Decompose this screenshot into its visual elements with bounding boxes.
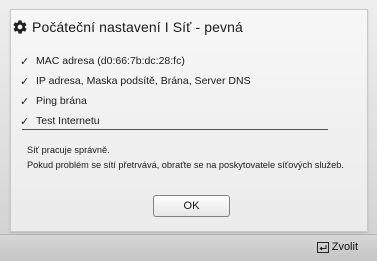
divider xyxy=(22,129,328,130)
dialog-header: Počáteční nastavení I Síť - pevná xyxy=(12,16,243,38)
checkmark-icon: ✓ xyxy=(20,95,30,108)
check-item-internet: ✓ Test Internetu xyxy=(20,112,350,130)
checkmark-icon: ✓ xyxy=(20,115,30,128)
check-item-ping: ✓ Ping brána xyxy=(20,92,350,110)
check-list: ✓ MAC adresa (d0:66:7b:dc:28:fc) ✓ IP ad… xyxy=(20,52,350,132)
dialog-title: Počáteční nastavení I Síť - pevná xyxy=(32,19,243,35)
check-item-label: IP adresa, Maska podsítě, Brána, Server … xyxy=(36,75,251,87)
checkmark-icon: ✓ xyxy=(20,75,30,88)
status-message-line1: Síť pracuje správně. xyxy=(27,145,110,155)
status-message: Síť pracuje správně. Pokud problém se sí… xyxy=(27,143,357,173)
checkmark-icon: ✓ xyxy=(20,55,30,68)
check-item-label: Ping brána xyxy=(36,95,87,107)
gear-icon xyxy=(13,20,27,34)
check-item-label: MAC adresa (d0:66:7b:dc:28:fc) xyxy=(36,55,185,67)
select-hint: Zvolit xyxy=(316,241,358,253)
screen-background: Počáteční nastavení I Síť - pevná ✓ MAC … xyxy=(0,0,377,261)
ok-button[interactable]: OK xyxy=(153,195,230,217)
footer-bar: Zvolit xyxy=(0,234,377,261)
check-item-ip: ✓ IP adresa, Maska podsítě, Brána, Serve… xyxy=(20,72,350,90)
select-label: Zvolit xyxy=(331,241,358,253)
check-item-label: Test Internetu xyxy=(36,115,100,127)
enter-key-icon xyxy=(316,241,329,253)
status-message-line2: Pokud problém se sítí přetrvává, obraťte… xyxy=(27,160,344,170)
check-item-mac: ✓ MAC adresa (d0:66:7b:dc:28:fc) xyxy=(20,52,350,70)
